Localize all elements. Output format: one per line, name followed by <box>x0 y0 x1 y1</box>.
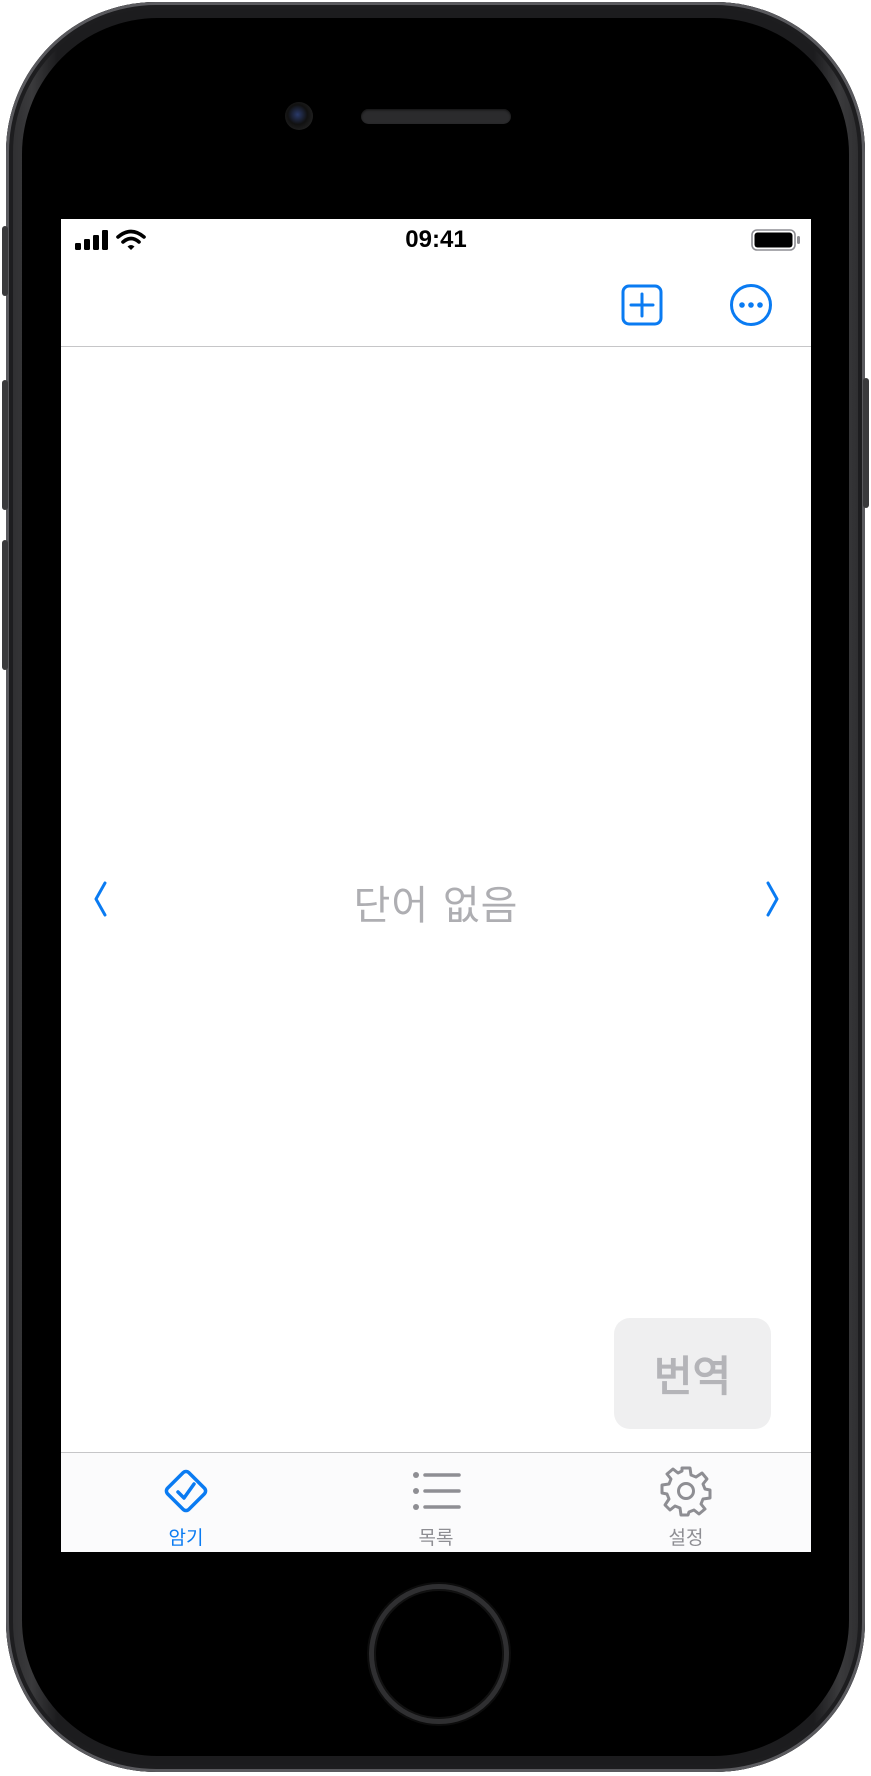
volume-down-button <box>2 540 8 670</box>
power-button <box>863 378 869 508</box>
empty-words-label: 단어 없음 <box>353 883 519 929</box>
front-camera <box>285 102 313 130</box>
tab-label: 설정 <box>668 1527 704 1549</box>
tab-list[interactable]: 목록 <box>311 1453 561 1552</box>
battery-full-icon <box>751 229 800 251</box>
ellipsis-circle-icon[interactable] <box>729 283 773 327</box>
earpiece-speaker <box>361 109 511 124</box>
flashcard-area: 단어 없음 번역 <box>61 347 811 1452</box>
translate-button[interactable]: 번역 <box>614 1318 771 1429</box>
tab-memorize[interactable]: 암기 <box>61 1453 311 1552</box>
list-bullet-icon <box>413 1472 461 1510</box>
tab-settings[interactable]: 설정 <box>561 1453 811 1552</box>
plus-square-icon[interactable] <box>620 283 664 327</box>
chevron-right-icon[interactable] <box>758 877 788 921</box>
silent-switch <box>2 226 8 296</box>
home-button[interactable] <box>369 1584 509 1724</box>
volume-up-button <box>2 380 8 510</box>
tab-label: 암기 <box>168 1527 204 1549</box>
navigation-bar <box>61 259 811 347</box>
tab-bar: 암기 목록 설정 <box>61 1452 811 1552</box>
gear-icon <box>660 1466 712 1517</box>
app-screen: 09:41 단어 없음 번역 암기 목록 설정 <box>61 219 811 1552</box>
status-time: 09:41 <box>405 226 467 253</box>
status-bar: 09:41 <box>61 219 811 259</box>
checkmark-diamond-icon <box>164 1469 208 1513</box>
tab-label: 목록 <box>418 1527 454 1549</box>
